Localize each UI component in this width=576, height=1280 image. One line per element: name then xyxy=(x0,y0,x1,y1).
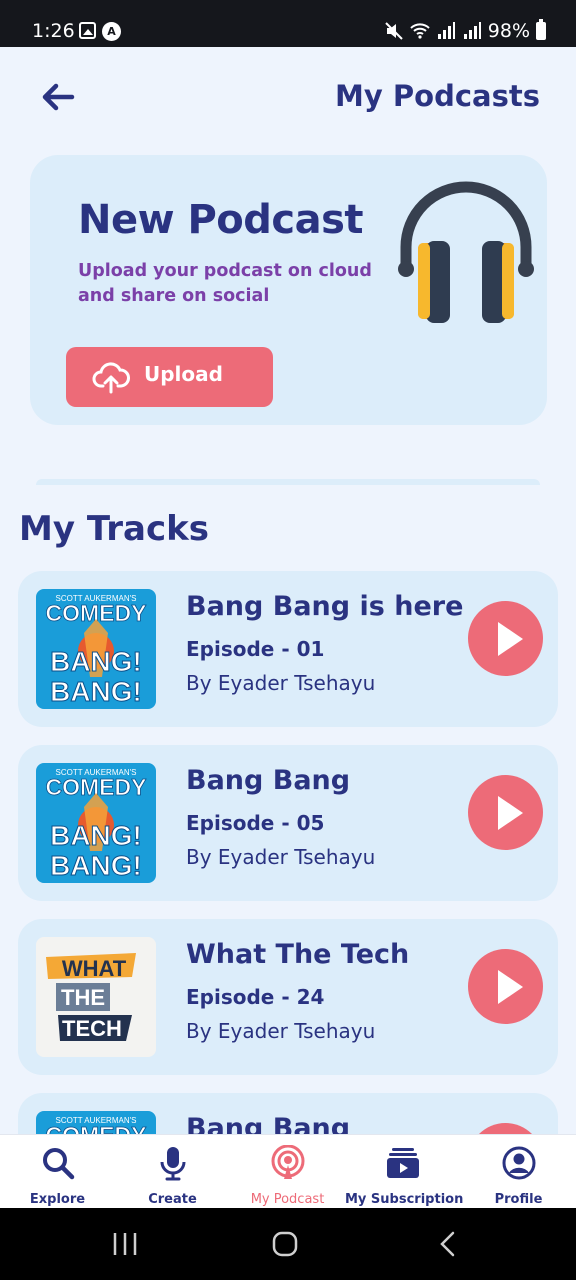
app-notification-icon: A xyxy=(102,22,121,41)
search-icon xyxy=(42,1148,74,1180)
nav-label: Explore xyxy=(29,1192,86,1207)
svg-text:COMEDY: COMEDY xyxy=(46,1122,147,1134)
system-navigation-bar xyxy=(0,1208,576,1280)
battery-percent: 98% xyxy=(487,20,530,42)
track-item[interactable]: WHAT THE TECH What The Tech Episode - 24… xyxy=(18,919,558,1075)
headphones-icon xyxy=(398,181,534,323)
gallery-icon xyxy=(79,22,96,39)
svg-text:WHAT: WHAT xyxy=(62,956,127,981)
wifi-icon xyxy=(410,23,430,39)
track-author: By Eyader Tsehayu xyxy=(186,1019,376,1043)
play-button[interactable] xyxy=(468,1123,543,1134)
scroll-content[interactable]: New Podcast Upload your podcast on cloud… xyxy=(0,131,576,1134)
svg-text:BANG!: BANG! xyxy=(50,646,142,677)
track-item[interactable]: SCOTT AUKERMAN'S COMEDY Bang Bang xyxy=(18,1093,558,1134)
track-cover-image: SCOTT AUKERMAN'S COMEDY xyxy=(36,1111,156,1134)
svg-text:THE: THE xyxy=(61,985,105,1010)
track-episode: Episode - 05 xyxy=(186,811,325,835)
svg-text:BANG!: BANG! xyxy=(50,676,142,707)
nav-my-podcast[interactable]: My Podcast xyxy=(230,1135,345,1209)
status-bar: 1:26 A 98% xyxy=(0,0,576,47)
nav-create[interactable]: Create xyxy=(115,1135,230,1209)
svg-text:TECH: TECH xyxy=(62,1016,122,1041)
track-cover-image: WHAT THE TECH xyxy=(36,937,156,1057)
signal-icon-2 xyxy=(463,22,481,39)
status-notification-icons: A xyxy=(79,22,121,41)
mute-icon xyxy=(385,22,403,40)
home-icon[interactable] xyxy=(272,1230,300,1258)
bottom-navigation: Explore Create My Podcast My Subscriptio… xyxy=(0,1134,576,1208)
recent-apps-icon[interactable] xyxy=(112,1230,138,1258)
comedy-bang-bang-cover: SCOTT AUKERMAN'S COMEDY BANG! BANG! xyxy=(36,763,156,883)
new-podcast-card: New Podcast Upload your podcast on cloud… xyxy=(30,155,547,425)
play-button[interactable] xyxy=(468,601,543,676)
track-item[interactable]: SCOTT AUKERMAN'S COMEDY BANG! BANG! Bang… xyxy=(18,571,558,727)
nav-profile[interactable]: Profile xyxy=(461,1135,576,1209)
upload-label: Upload xyxy=(144,362,223,386)
nav-explore[interactable]: Explore xyxy=(0,1135,115,1209)
nav-label: My Podcast xyxy=(250,1192,325,1207)
what-the-tech-cover: WHAT THE TECH xyxy=(36,937,156,1057)
track-title: Bang Bang xyxy=(186,765,351,796)
signal-icon xyxy=(437,22,455,39)
profile-icon xyxy=(502,1146,535,1180)
battery-icon xyxy=(536,19,546,40)
play-button[interactable] xyxy=(468,775,543,850)
track-cover-image: SCOTT AUKERMAN'S COMEDY BANG! BANG! xyxy=(36,589,156,709)
upload-button[interactable]: Upload xyxy=(66,347,273,407)
comedy-bang-bang-cover: SCOTT AUKERMAN'S COMEDY BANG! BANG! xyxy=(36,589,156,709)
comedy-bang-bang-cover: SCOTT AUKERMAN'S COMEDY xyxy=(36,1111,156,1134)
track-item[interactable]: SCOTT AUKERMAN'S COMEDY BANG! BANG! Bang… xyxy=(18,745,558,901)
cloud-upload-icon xyxy=(92,362,130,394)
my-tracks-title: My Tracks xyxy=(19,509,210,549)
new-podcast-subtitle: Upload your podcast on cloud and share o… xyxy=(78,261,372,306)
back-arrow-icon[interactable] xyxy=(36,75,80,119)
track-cover-image: SCOTT AUKERMAN'S COMEDY BANG! BANG! xyxy=(36,763,156,883)
svg-text:BANG!: BANG! xyxy=(50,820,142,851)
track-title: Bang Bang is here xyxy=(186,591,464,622)
app-bar: My Podcasts xyxy=(0,47,576,131)
nav-label: My Subscription xyxy=(345,1192,464,1207)
track-author: By Eyader Tsehayu xyxy=(186,671,376,695)
track-episode: Episode - 24 xyxy=(186,985,325,1009)
nav-label: Profile xyxy=(494,1192,543,1207)
track-episode: Episode - 01 xyxy=(186,637,325,661)
new-podcast-title: New Podcast xyxy=(78,197,364,243)
podcast-icon xyxy=(271,1145,304,1179)
track-author: By Eyader Tsehayu xyxy=(186,845,376,869)
track-title: What The Tech xyxy=(186,939,410,970)
svg-text:BANG!: BANG! xyxy=(50,850,142,881)
microphone-icon xyxy=(160,1147,185,1181)
section-divider xyxy=(36,479,540,485)
track-title: Bang Bang xyxy=(186,1113,351,1134)
back-icon[interactable] xyxy=(438,1230,458,1258)
subscription-icon xyxy=(387,1148,419,1178)
play-button[interactable] xyxy=(468,949,543,1024)
status-system-icons: 98% xyxy=(384,19,546,42)
status-time: 1:26 xyxy=(32,20,75,42)
nav-label: Create xyxy=(148,1192,197,1207)
page-title: My Podcasts xyxy=(335,79,540,113)
nav-my-subscription[interactable]: My Subscription xyxy=(345,1135,464,1209)
